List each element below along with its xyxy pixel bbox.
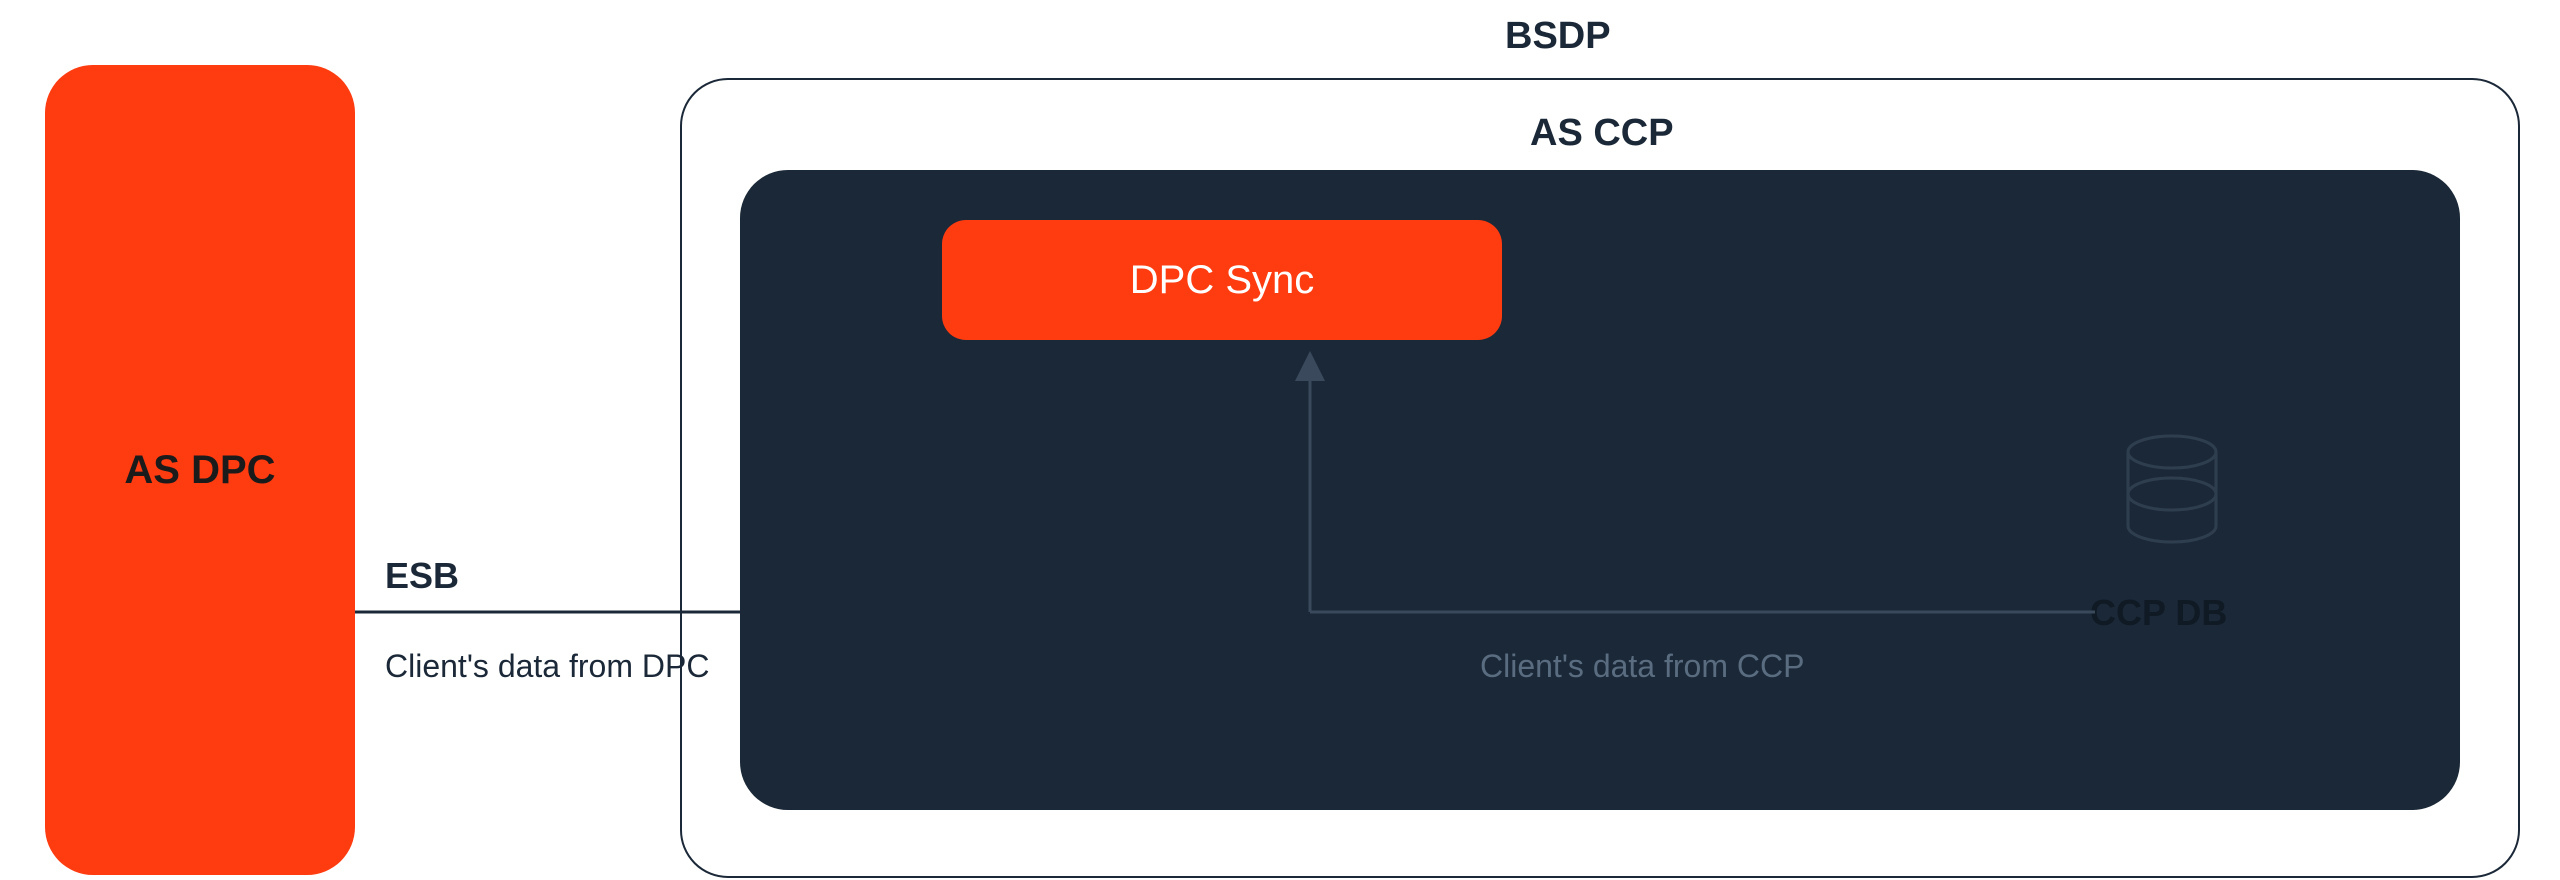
as-ccp-label: AS CCP bbox=[1530, 112, 1674, 155]
client-data-dpc-caption: Client's data from DPC bbox=[385, 648, 709, 685]
ccp-db-node bbox=[2112, 430, 2232, 600]
dpc-sync-node: DPC Sync bbox=[942, 220, 1502, 340]
as-dpc-label: AS DPC bbox=[124, 448, 275, 493]
dpc-sync-label: DPC Sync bbox=[1130, 258, 1315, 303]
as-dpc-node: AS DPC bbox=[45, 65, 355, 875]
bsdp-label: BSDP bbox=[1505, 15, 1611, 58]
diagram-canvas: BSDP AS CCP DPC Sync CCP DB ESB bbox=[0, 0, 2560, 880]
client-data-ccp-caption: Client's data from CCP bbox=[1480, 648, 1804, 685]
esb-label: ESB bbox=[385, 555, 459, 597]
database-icon bbox=[2112, 430, 2232, 550]
ccp-db-label: CCP DB bbox=[2090, 592, 2227, 634]
